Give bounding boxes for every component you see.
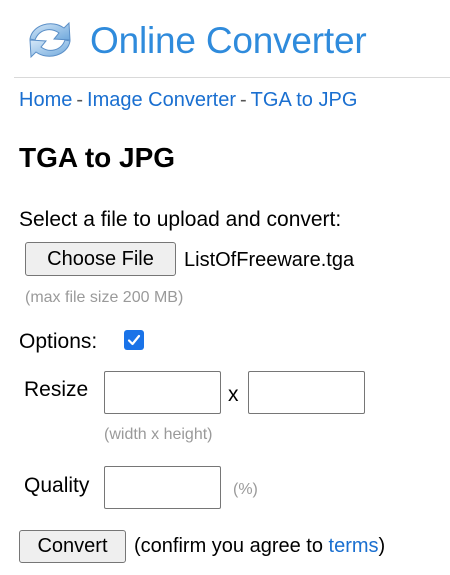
page-title: TGA to JPG xyxy=(19,142,176,173)
dimensions-hint: (width x height) xyxy=(104,426,213,443)
breadcrumb-separator: - xyxy=(76,89,84,111)
breadcrumb-separator: - xyxy=(240,89,247,111)
confirm-text-end: ) xyxy=(378,535,386,557)
resize-label: Resize xyxy=(24,378,89,401)
breadcrumb-tga-to-jpg-link[interactable]: TGA to JPG xyxy=(251,89,358,111)
width-input[interactable] xyxy=(104,371,221,414)
site-header: Online Converter xyxy=(22,10,367,70)
refresh-arrows-icon[interactable] xyxy=(22,15,78,65)
quality-label: Quality xyxy=(24,474,90,497)
breadcrumb-home-link[interactable]: Home xyxy=(19,89,72,111)
breadcrumb: Home - Image Converter - TGA to JPG xyxy=(19,89,357,112)
checkmark-icon xyxy=(127,334,141,346)
page: Online Converter Home - Image Converter - TG… xyxy=(0,0,450,575)
height-input[interactable] xyxy=(248,371,365,414)
breadcrumb-image-converter-link[interactable]: Image Converter xyxy=(87,89,236,111)
convert-button[interactable]: Convert xyxy=(19,530,126,563)
selected-file-name: ListOfFreeware.tga xyxy=(184,249,355,271)
upload-prompt: Select a file to upload and convert: xyxy=(19,208,342,231)
percent-hint: (%) xyxy=(233,481,258,498)
dimension-separator: x xyxy=(228,383,239,406)
site-title[interactable]: Online Converter xyxy=(90,22,367,59)
terms-link[interactable]: terms xyxy=(329,535,379,557)
header-divider xyxy=(14,77,450,78)
max-size-hint: (max file size 200 MB) xyxy=(25,289,184,306)
options-checkbox[interactable] xyxy=(124,330,144,350)
choose-file-button[interactable]: Choose File xyxy=(25,242,176,276)
options-label: Options: xyxy=(19,330,98,353)
quality-input[interactable] xyxy=(104,466,221,509)
terms-confirmation: (confirm you agree to terms) xyxy=(134,535,385,558)
confirm-text: (confirm you agree to xyxy=(134,535,329,557)
